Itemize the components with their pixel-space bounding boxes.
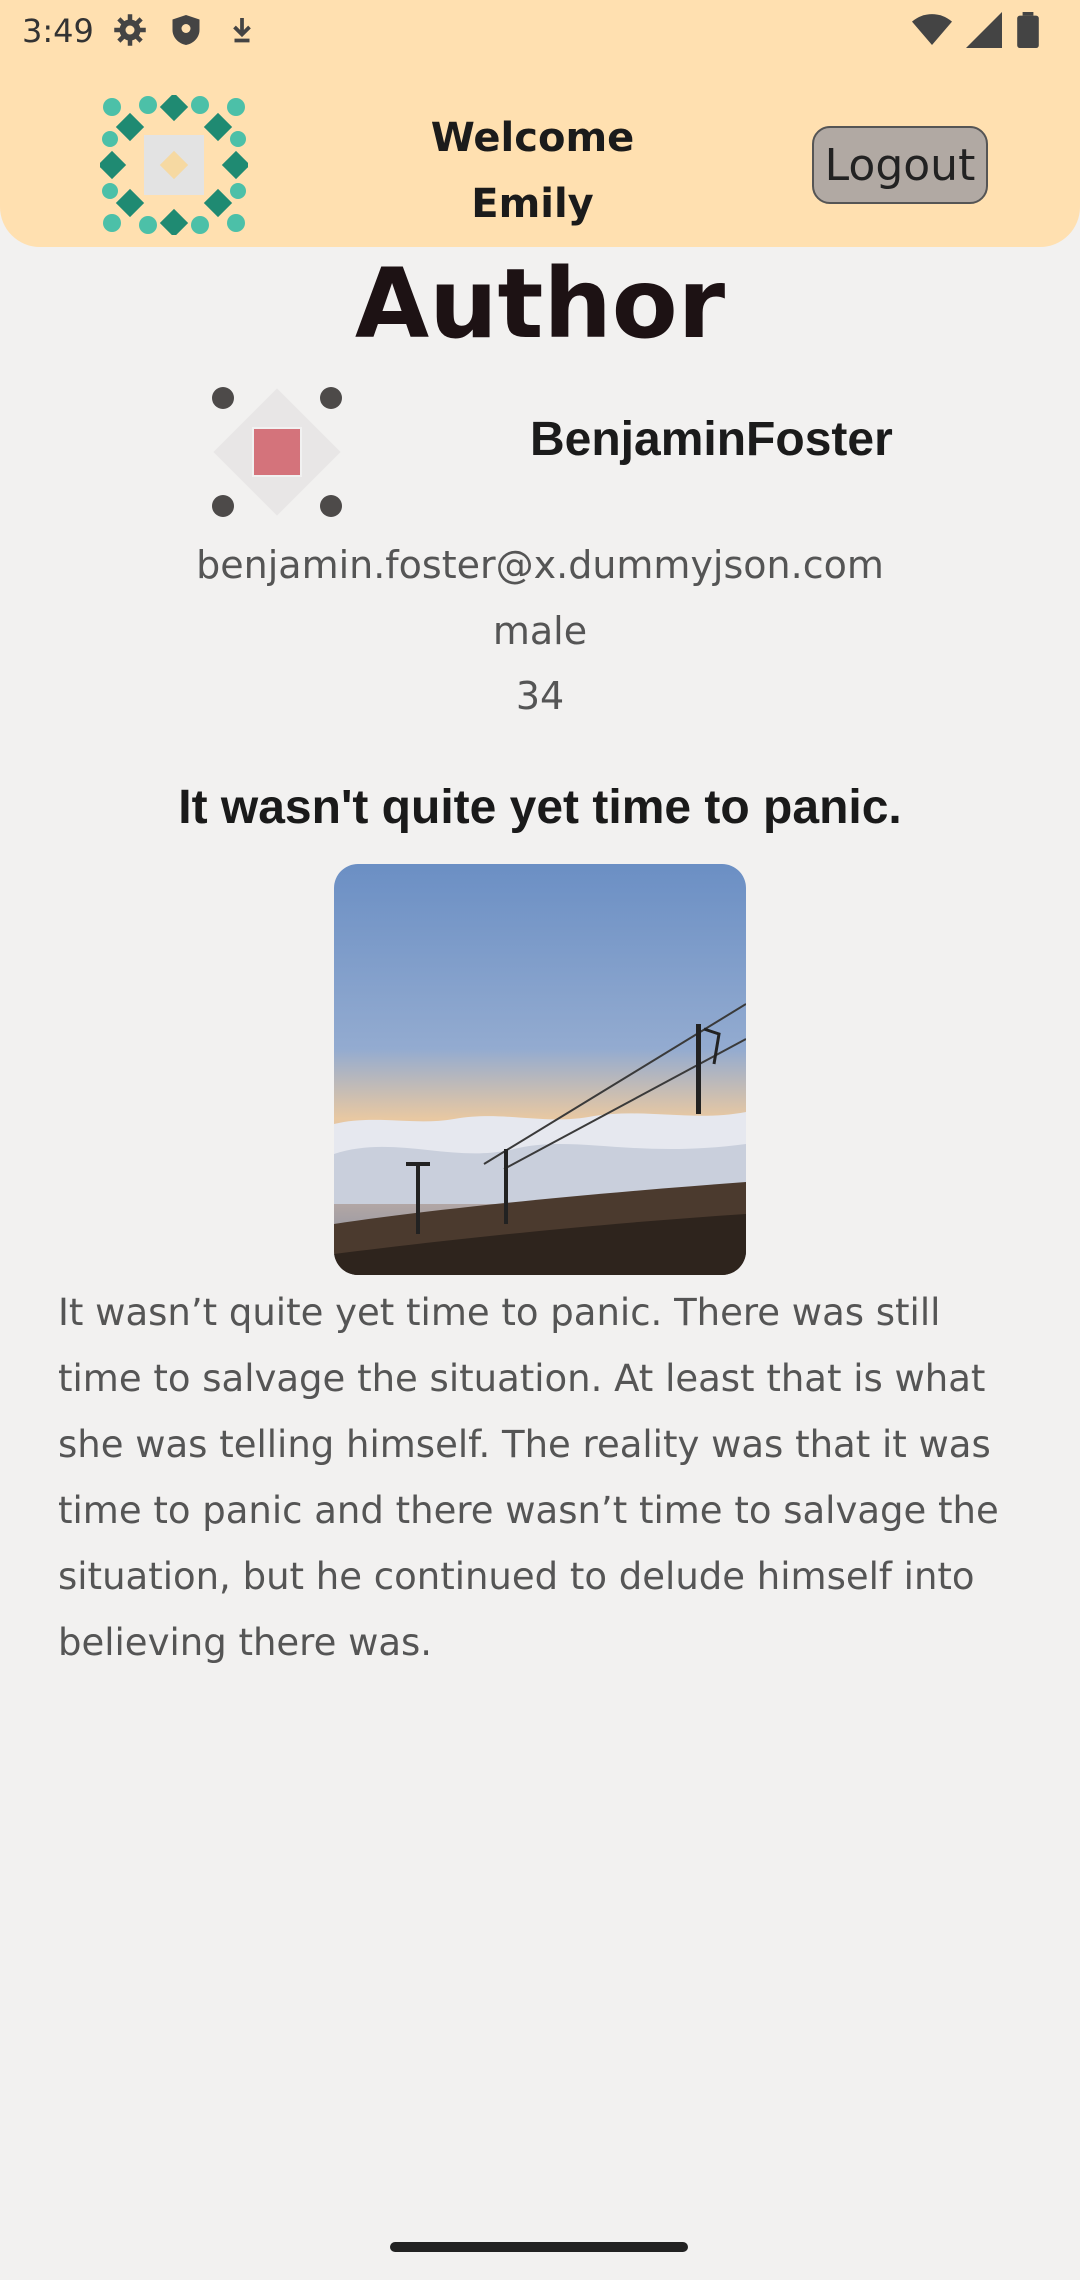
post-image: [334, 864, 746, 1275]
page-title: Author: [354, 248, 726, 360]
gesture-nav-handle[interactable]: [390, 2242, 688, 2252]
shield-icon: [172, 15, 200, 45]
welcome-message: Welcome Emily: [380, 105, 685, 237]
status-icons-right: [912, 12, 1040, 48]
author-age: 34: [515, 674, 565, 718]
author-email: benjamin.foster@x.dummyjson.com: [196, 543, 884, 587]
app-logo: [100, 95, 248, 235]
wifi-icon: [912, 14, 952, 45]
post-body: It wasn’t quite yet time to panic. There…: [58, 1291, 999, 1664]
signal-icon: [966, 12, 1002, 48]
status-time: 3:49: [22, 12, 94, 50]
author-name: BenjaminFoster: [530, 413, 893, 466]
logout-button[interactable]: Logout: [812, 126, 988, 204]
battery-icon: [1017, 12, 1039, 48]
status-bar: 3:49: [0, 0, 1080, 66]
gear-icon: [114, 14, 146, 46]
author-avatar: [212, 387, 342, 517]
download-icon: [233, 18, 251, 43]
app-header: 3:49 Welcome Emily Logout: [0, 0, 1080, 247]
author-gender: male: [492, 609, 588, 653]
welcome-label: Welcome: [430, 115, 635, 161]
post-title: It wasn't quite yet time to panic.: [178, 781, 902, 834]
user-name: Emily: [471, 181, 594, 227]
status-icons-left: [112, 12, 260, 48]
